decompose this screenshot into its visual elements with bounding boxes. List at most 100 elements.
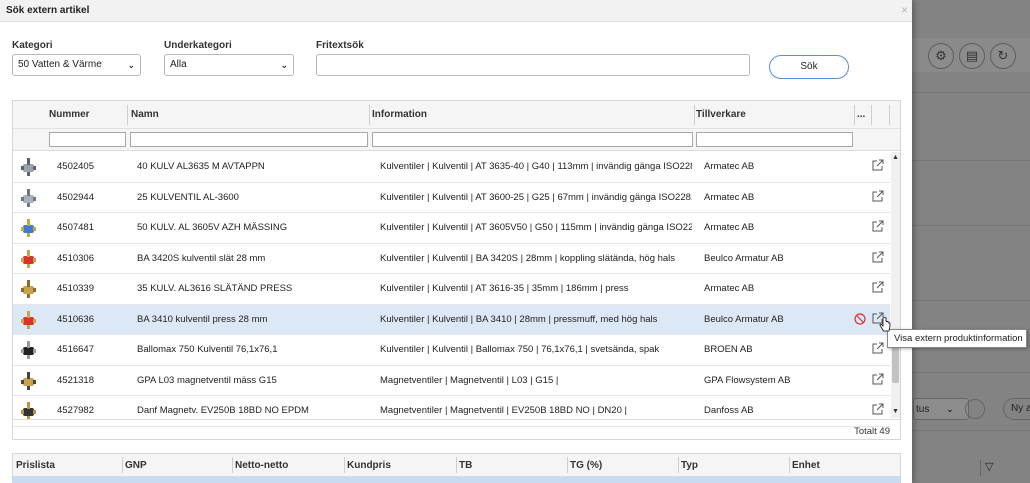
price-column-header[interactable]: TG (%) bbox=[570, 460, 602, 471]
column-divider[interactable] bbox=[122, 457, 123, 473]
table-row[interactable]: 4510636 BA 3410 kulventil press 28 mm Ku… bbox=[13, 304, 890, 335]
product-thumbnail bbox=[21, 219, 36, 237]
column-header-nummer[interactable]: Nummer bbox=[49, 109, 90, 120]
product-thumbnail bbox=[21, 371, 36, 390]
external-link-icon[interactable] bbox=[871, 251, 884, 264]
external-link-icon[interactable] bbox=[871, 373, 884, 386]
column-divider bbox=[871, 105, 872, 125]
cell-tillverkare: Armatec AB bbox=[704, 222, 755, 233]
column-header-tillverkare[interactable]: Tillverkare bbox=[696, 109, 746, 120]
column-divider bbox=[889, 105, 890, 125]
price-column-header[interactable]: Prislista bbox=[16, 460, 55, 471]
cell-tillverkare: BROEN AB bbox=[704, 344, 753, 355]
category-label: Kategori bbox=[12, 40, 53, 51]
cell-information: Kulventiler | Kulventil | AT 3600-25 | G… bbox=[380, 191, 692, 203]
background-divider bbox=[912, 300, 1030, 301]
filter-input-namn[interactable] bbox=[130, 132, 368, 147]
cell-namn: 35 KULV. AL3616 SLÄTÄND PRESS bbox=[137, 283, 293, 294]
external-link-icon[interactable] bbox=[871, 159, 884, 172]
cell-nummer: 4521318 bbox=[57, 374, 94, 386]
product-thumbnail bbox=[21, 341, 36, 359]
scroll-up-icon[interactable]: ▲ bbox=[892, 154, 899, 161]
external-link-icon[interactable] bbox=[871, 403, 884, 416]
product-thumbnail bbox=[21, 158, 36, 176]
refresh-icon[interactable]: ↻ bbox=[990, 43, 1016, 69]
column-header-more[interactable]: ... bbox=[857, 109, 865, 120]
freetext-input[interactable] bbox=[316, 54, 750, 76]
total-count: Totalt 49 bbox=[854, 426, 890, 437]
column-divider[interactable] bbox=[344, 457, 345, 473]
subcategory-label: Underkategori bbox=[164, 40, 232, 51]
subcategory-select[interactable]: Alla ⌄ bbox=[164, 54, 294, 76]
table-row[interactable]: 4502944 25 KULVENTIL AL-3600 Kulventiler… bbox=[13, 182, 890, 213]
search-button[interactable]: Sök bbox=[769, 55, 849, 79]
close-icon[interactable]: × bbox=[901, 3, 908, 17]
table-row[interactable]: 4521318 GPA L03 magnetventil mäss G15 Ma… bbox=[13, 365, 890, 396]
hand-cursor-icon bbox=[879, 317, 891, 332]
price-column-header[interactable]: Typ bbox=[681, 460, 698, 471]
background-circle-button[interactable] bbox=[965, 399, 985, 419]
price-column-header[interactable]: Netto-netto bbox=[235, 460, 288, 471]
grid-filter-row bbox=[13, 129, 900, 151]
vertical-scrollbar[interactable]: ▲ ▼ bbox=[891, 152, 900, 418]
column-header-namn[interactable]: Namn bbox=[131, 109, 159, 120]
column-divider[interactable] bbox=[567, 457, 568, 473]
background-status-select[interactable]: tus ⌄ bbox=[913, 398, 969, 420]
cell-namn: Ballomax 750 Kulventil 76,1x76,1 bbox=[137, 344, 278, 355]
filter-icon[interactable]: ▽ bbox=[980, 460, 1030, 476]
price-column-header[interactable]: Kundpris bbox=[347, 460, 391, 471]
column-divider[interactable] bbox=[369, 105, 370, 125]
chevron-down-icon: ⌄ bbox=[127, 60, 135, 70]
background-new-button[interactable]: Ny ar bbox=[1003, 398, 1030, 420]
cell-information: Kulventiler | Kulventil | AT 3635-40 | G… bbox=[380, 161, 692, 172]
column-divider[interactable] bbox=[678, 457, 679, 473]
scrollbar-thumb[interactable] bbox=[892, 343, 899, 383]
column-divider[interactable] bbox=[694, 105, 695, 125]
filter-input-nummer[interactable] bbox=[49, 132, 126, 147]
column-divider[interactable] bbox=[854, 105, 855, 125]
cell-information: Kulventiler | Kulventil | BA 3410 | 28mm… bbox=[380, 313, 658, 325]
gear-icon[interactable]: ⚙ bbox=[928, 43, 954, 69]
table-row[interactable]: 4507481 50 KULV. AL 3605V AZH MÄSSING Ku… bbox=[13, 213, 890, 244]
cell-nummer: 4502405 bbox=[57, 161, 94, 172]
external-link-icon[interactable] bbox=[871, 220, 884, 233]
cell-tillverkare: Beulco Armatur AB bbox=[704, 313, 784, 325]
external-link-icon[interactable] bbox=[871, 190, 884, 203]
filter-input-information[interactable] bbox=[372, 132, 693, 147]
table-row[interactable]: 4516647 Ballomax 750 Kulventil 76,1x76,1… bbox=[13, 335, 890, 366]
product-thumbnail bbox=[21, 249, 36, 268]
subcategory-select-value: Alla bbox=[170, 59, 187, 70]
price-column-header[interactable]: Enhet bbox=[792, 460, 820, 471]
column-divider[interactable] bbox=[789, 457, 790, 473]
price-column-header[interactable]: TB bbox=[459, 460, 472, 471]
scroll-down-icon[interactable]: ▼ bbox=[892, 408, 899, 415]
external-link-icon[interactable] bbox=[871, 281, 884, 294]
price-column-header[interactable]: GNP bbox=[125, 460, 147, 471]
external-link-icon[interactable] bbox=[871, 342, 884, 355]
table-row[interactable]: 4502405 40 KULV AL3635 M AVTAPPN Kulvent… bbox=[13, 152, 890, 183]
cell-tillverkare: Beulco Armatur AB bbox=[704, 252, 784, 264]
document-icon[interactable]: ▤ bbox=[959, 43, 985, 69]
no-entry-icon[interactable] bbox=[854, 312, 866, 325]
background-divider bbox=[912, 92, 1030, 93]
background-divider bbox=[912, 225, 1030, 226]
cell-nummer: 4510636 bbox=[57, 313, 94, 325]
cell-information: Kulventiler | Kulventil | Ballomax 750 |… bbox=[380, 344, 660, 355]
cell-information: Kulventiler | Kulventil | AT 3605V50 | G… bbox=[380, 222, 692, 233]
column-divider[interactable] bbox=[127, 105, 128, 125]
grid-rows: 4502405 40 KULV AL3635 M AVTAPPN Kulvent… bbox=[13, 152, 890, 427]
cell-nummer: 4510339 bbox=[57, 283, 94, 294]
column-divider[interactable] bbox=[232, 457, 233, 473]
table-row[interactable]: 4510306 BA 3420S kulventil slät 28 mm Ku… bbox=[13, 243, 890, 274]
cell-tillverkare: GPA Flowsystem AB bbox=[704, 374, 791, 386]
search-filters: Kategori 50 Vatten & Värme ⌄ Underkatego… bbox=[12, 40, 892, 80]
cell-namn: BA 3410 kulventil press 28 mm bbox=[137, 313, 268, 325]
cell-nummer: 4502944 bbox=[57, 191, 94, 203]
filter-input-tillverkare[interactable] bbox=[696, 132, 853, 147]
table-row[interactable]: 4510339 35 KULV. AL3616 SLÄTÄND PRESS Ku… bbox=[13, 274, 890, 305]
category-select[interactable]: 50 Vatten & Värme ⌄ bbox=[12, 54, 141, 76]
column-header-information[interactable]: Information bbox=[372, 109, 427, 120]
price-grid-row[interactable] bbox=[13, 476, 900, 483]
background-divider bbox=[912, 160, 1030, 161]
column-divider[interactable] bbox=[456, 457, 457, 473]
